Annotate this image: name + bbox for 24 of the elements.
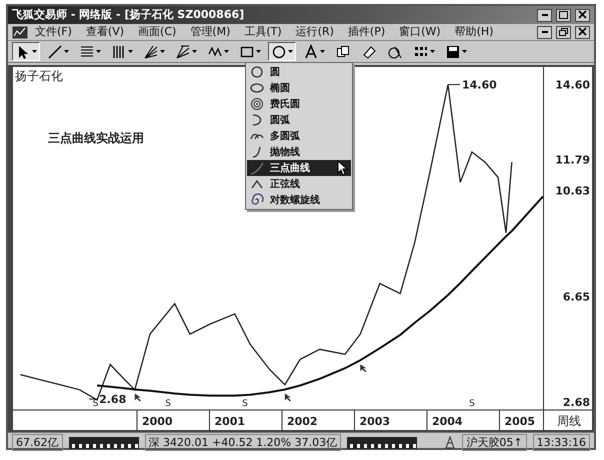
- axis-label: 2000: [142, 415, 173, 428]
- status-text: 13:33:16: [532, 434, 590, 451]
- axis-label: 2001: [214, 415, 246, 428]
- axis-label: 11.79: [555, 153, 590, 166]
- axis-label: 2002: [286, 415, 318, 428]
- period-label: 周线: [557, 414, 581, 428]
- axis-label: 14.60: [555, 78, 590, 92]
- window-title: 飞狐交易师 - 网络版 - [扬子石化 SZ000866]: [12, 6, 244, 23]
- axis-label: 6.65: [562, 290, 590, 304]
- stock-name: 扬子石化: [15, 69, 63, 83]
- axis-label: 2.68: [562, 396, 590, 409]
- signal-mark: S: [469, 399, 475, 409]
- axis-label: 10.63: [555, 184, 590, 198]
- axis-label: 2004: [432, 415, 463, 428]
- axis-label: 2005: [504, 415, 536, 428]
- status-text: 67.62亿: [12, 434, 62, 451]
- axis-label: 2003: [359, 415, 390, 428]
- chart-title: 三点曲线实战运用: [48, 131, 144, 145]
- signal-mark: S: [165, 399, 171, 409]
- signal-mark: S: [242, 399, 248, 409]
- price-label: 14.60: [462, 78, 497, 92]
- price-label: 2.68: [99, 393, 126, 406]
- status-text: 深 3420.01 +40.52 1.20% 37.03亿: [144, 434, 342, 451]
- status-text: 沪天胶05↑: [462, 434, 527, 451]
